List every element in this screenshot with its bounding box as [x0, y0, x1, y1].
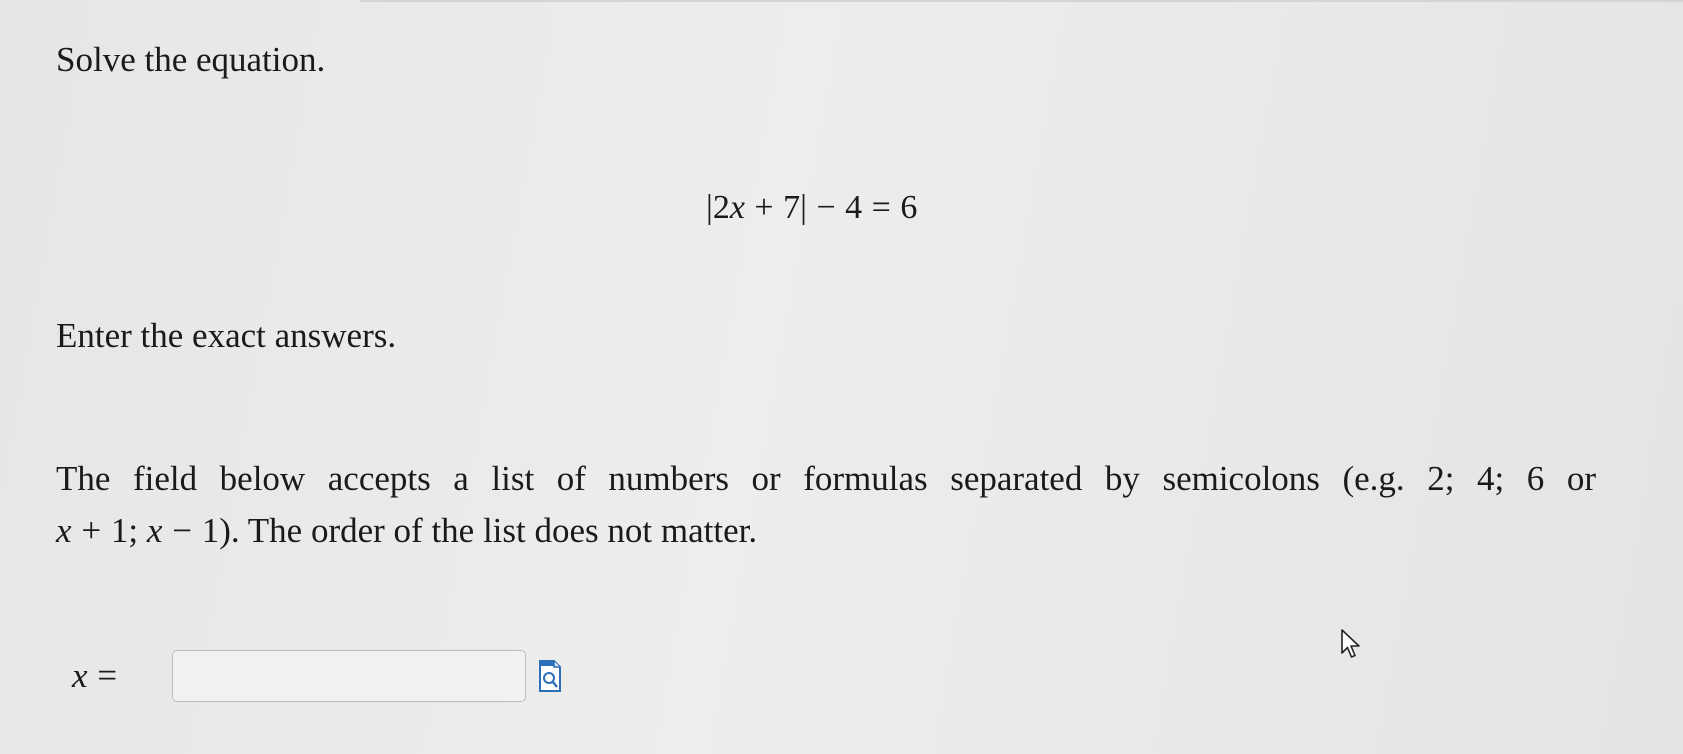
abs-open: |: [706, 189, 713, 226]
example2-num: 1: [201, 511, 220, 550]
answer-label-var: x: [72, 656, 88, 695]
example2-op: −: [172, 511, 192, 550]
eq-minus: −: [816, 189, 836, 226]
eq-coef: 2: [712, 189, 730, 226]
mouse-pointer-icon: [1341, 629, 1360, 658]
field-help-tail: ). The order of the list does not matter…: [219, 511, 758, 550]
example2-var: x: [146, 511, 163, 550]
example1-num: 1;: [110, 511, 139, 550]
answer-input[interactable]: [172, 650, 526, 702]
field-help-line1: The field below accepts a list of number…: [56, 459, 1596, 498]
eq-var: x: [729, 189, 745, 226]
top-edge-line: [360, 0, 1683, 2]
field-help-line2: x +1; x −1). The order of the list does no…: [56, 505, 1596, 557]
example1-op: +: [81, 511, 102, 550]
eq-equals: =: [871, 189, 891, 226]
answer-label: x =: [72, 654, 127, 698]
eq-plus: +: [754, 189, 774, 226]
field-help: The field below accepts a list of number…: [56, 453, 1596, 557]
example1-var: x: [56, 511, 72, 550]
preview-icon[interactable]: [538, 660, 562, 692]
equation: |2x +7| −4 = 6: [706, 186, 917, 230]
answer-label-eq: =: [97, 656, 118, 695]
abs-close: |: [800, 189, 807, 226]
eq-const: 7: [783, 189, 801, 226]
eq-sub: 4: [845, 189, 863, 226]
eq-rhs: 6: [900, 189, 918, 226]
question-prompt: Solve the equation.: [56, 40, 326, 79]
instructions: Enter the exact answers.: [56, 316, 397, 355]
